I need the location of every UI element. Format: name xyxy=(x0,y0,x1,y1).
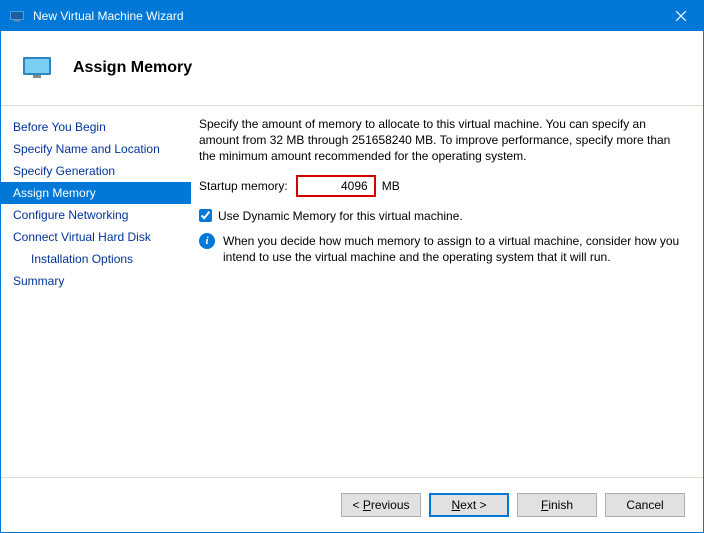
wizard-content: Specify the amount of memory to allocate… xyxy=(191,106,703,477)
close-button[interactable] xyxy=(658,1,703,31)
startup-memory-unit: MB xyxy=(382,179,400,193)
sidebar-item-specify-name[interactable]: Specify Name and Location xyxy=(1,138,191,160)
info-row: i When you decide how much memory to ass… xyxy=(199,233,685,265)
finish-button[interactable]: Finish xyxy=(517,493,597,517)
sidebar-item-configure-networking[interactable]: Configure Networking xyxy=(1,204,191,226)
wizard-window: New Virtual Machine Wizard Assign Memory… xyxy=(0,0,704,533)
startup-memory-input[interactable] xyxy=(296,175,376,197)
window-title: New Virtual Machine Wizard xyxy=(33,9,658,23)
wizard-footer: < Previous Next > Finish Cancel xyxy=(1,477,703,532)
next-button[interactable]: Next > xyxy=(429,493,509,517)
sidebar-item-assign-memory[interactable]: Assign Memory xyxy=(1,182,191,204)
startup-memory-label: Startup memory: xyxy=(199,179,288,193)
sidebar-item-connect-vhd[interactable]: Connect Virtual Hard Disk xyxy=(1,226,191,248)
header-monitor-icon xyxy=(21,52,53,84)
wizard-body: Before You Begin Specify Name and Locati… xyxy=(1,106,703,477)
cancel-button[interactable]: Cancel xyxy=(605,493,685,517)
wizard-header: Assign Memory xyxy=(1,31,703,106)
description-text: Specify the amount of memory to allocate… xyxy=(199,116,685,165)
info-text: When you decide how much memory to assig… xyxy=(223,233,685,265)
titlebar: New Virtual Machine Wizard xyxy=(1,1,703,31)
dynamic-memory-checkbox[interactable] xyxy=(199,209,212,222)
sidebar-item-before-you-begin[interactable]: Before You Begin xyxy=(1,116,191,138)
previous-button[interactable]: < Previous xyxy=(341,493,421,517)
dynamic-memory-label[interactable]: Use Dynamic Memory for this virtual mach… xyxy=(218,209,463,223)
page-title: Assign Memory xyxy=(73,59,192,77)
wizard-steps-sidebar: Before You Begin Specify Name and Locati… xyxy=(1,106,191,477)
dynamic-memory-row: Use Dynamic Memory for this virtual mach… xyxy=(199,209,685,223)
sidebar-item-summary[interactable]: Summary xyxy=(1,270,191,292)
sidebar-item-installation-options[interactable]: Installation Options xyxy=(1,248,191,270)
startup-memory-row: Startup memory: MB xyxy=(199,175,685,197)
sidebar-item-specify-generation[interactable]: Specify Generation xyxy=(1,160,191,182)
app-icon xyxy=(9,8,25,24)
info-icon: i xyxy=(199,233,215,249)
